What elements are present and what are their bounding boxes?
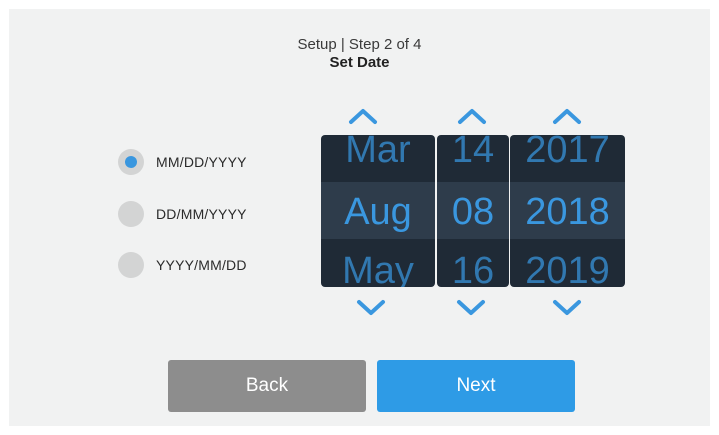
- day-next: 16: [451, 250, 495, 287]
- year-current: 2018: [525, 191, 610, 233]
- month-picker[interactable]: Mar Aug May: [321, 135, 435, 287]
- format-option-yyyymmdd[interactable]: YYYY/MM/DD: [118, 250, 247, 280]
- month-up-button[interactable]: [343, 102, 383, 128]
- chevron-up-icon: [553, 109, 581, 124]
- day-down-button[interactable]: [451, 295, 491, 321]
- year-prev: 2017: [525, 135, 610, 171]
- day-prev: 14: [451, 135, 495, 171]
- day-up-button[interactable]: [452, 102, 492, 128]
- format-option-ddmmyyyy[interactable]: DD/MM/YYYY: [118, 199, 247, 229]
- back-button[interactable]: Back: [168, 360, 366, 412]
- chevron-down-icon: [553, 300, 581, 315]
- header: Setup | Step 2 of 4 Set Date: [9, 36, 710, 72]
- day-picker[interactable]: 14 08 16: [437, 135, 509, 287]
- month-down-button[interactable]: [351, 295, 391, 321]
- chevron-down-icon: [357, 300, 385, 315]
- step-indicator: Setup | Step 2 of 4: [297, 36, 422, 53]
- format-label: MM/DD/YYYY: [156, 154, 247, 170]
- radio-button[interactable]: [118, 201, 144, 227]
- radio-button[interactable]: [118, 252, 144, 278]
- month-next: May: [342, 250, 414, 287]
- format-option-mmddyyyy[interactable]: MM/DD/YYYY: [118, 147, 247, 177]
- radio-button-selected[interactable]: [118, 149, 144, 175]
- chevron-up-icon: [349, 109, 377, 124]
- month-prev: Mar: [345, 135, 411, 171]
- year-down-button[interactable]: [547, 295, 587, 321]
- format-label: YYYY/MM/DD: [156, 257, 247, 273]
- page-title: Set Date: [329, 54, 390, 71]
- year-picker[interactable]: 2017 2018 2019: [510, 135, 625, 287]
- setup-screen: Setup | Step 2 of 4 Set Date MM/DD/YYYY …: [9, 9, 710, 426]
- day-current: 08: [451, 191, 495, 233]
- next-button[interactable]: Next: [377, 360, 575, 412]
- year-next: 2019: [525, 250, 610, 287]
- chevron-up-icon: [458, 109, 486, 124]
- year-up-button[interactable]: [547, 102, 587, 128]
- month-current: Aug: [344, 191, 412, 233]
- chevron-down-icon: [457, 300, 485, 315]
- format-label: DD/MM/YYYY: [156, 206, 247, 222]
